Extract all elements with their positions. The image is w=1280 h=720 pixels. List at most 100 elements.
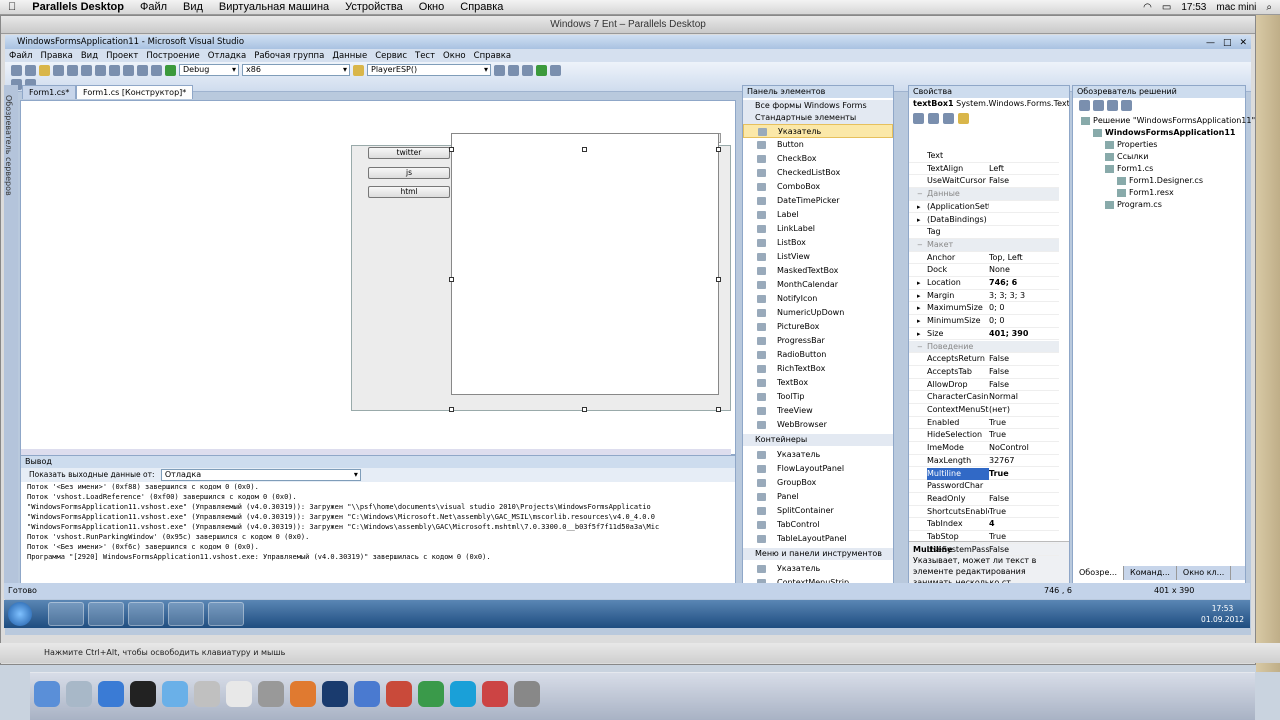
resize-handle[interactable] [449, 407, 454, 412]
mac-menu-file[interactable]: Файл [132, 1, 175, 13]
property-row[interactable]: ▸ MinimumSize 0; 0 [909, 315, 1059, 328]
property-row[interactable]: TabStop True [909, 531, 1059, 544]
property-row[interactable]: TabIndex 4 [909, 518, 1059, 531]
toolbox-item[interactable]: Указатель [743, 562, 893, 576]
save-icon[interactable] [53, 64, 64, 76]
menu-project[interactable]: Проект [102, 51, 142, 61]
view-code-icon[interactable] [1121, 100, 1132, 111]
parallels-icon[interactable] [482, 681, 508, 707]
photoshop-icon[interactable] [322, 681, 348, 707]
object-browser-icon[interactable] [522, 64, 533, 76]
server-explorer-strip[interactable]: Обозреватель серверов [4, 85, 18, 585]
toolbox-group-containers[interactable]: Контейнеры [743, 434, 893, 446]
menu-edit[interactable]: Правка [36, 51, 76, 61]
property-value[interactable]: True [989, 468, 1009, 480]
wifi-icon[interactable]: ◠ [1143, 2, 1152, 13]
toolbox-item[interactable]: GroupBox [743, 476, 893, 490]
toolbox-group-standard[interactable]: Стандартные элементы управления [743, 112, 893, 134]
toolbox-item[interactable]: Указатель [743, 124, 893, 138]
toolbox-item[interactable]: WebBrowser [743, 418, 893, 432]
property-row[interactable]: UseWaitCursor False [909, 175, 1059, 189]
resize-handle[interactable] [449, 277, 454, 282]
navigate-back-icon[interactable] [151, 64, 162, 76]
property-value[interactable]: Top, Left [989, 252, 1023, 264]
minimize-icon[interactable]: — [1206, 36, 1215, 50]
word-icon[interactable] [354, 681, 380, 707]
menu-window[interactable]: Окно [439, 51, 470, 61]
property-category[interactable]: − Поведение [909, 340, 1059, 354]
solution-explorer-icon[interactable] [494, 64, 505, 76]
config-combo[interactable]: Debug [179, 64, 239, 76]
start-debug-icon[interactable] [165, 64, 176, 76]
property-row[interactable]: UseSystemPasswFalse [909, 544, 1059, 557]
excel-icon[interactable] [418, 681, 444, 707]
property-row[interactable]: AllowDrop False [909, 379, 1059, 392]
ie-icon[interactable] [48, 602, 84, 626]
undo-icon[interactable] [123, 64, 134, 76]
toolbox-item[interactable]: MaskedTextBox [743, 264, 893, 278]
redo-icon[interactable] [137, 64, 148, 76]
toolbox-group-menus[interactable]: Меню и панели инструментов [743, 548, 893, 560]
platform-combo[interactable]: x86 [242, 64, 350, 76]
property-row[interactable]: Anchor Top, Left [909, 252, 1059, 265]
show-all-files-icon[interactable] [1093, 100, 1104, 111]
property-value[interactable]: 0; 0 [989, 302, 1004, 314]
expand-icon[interactable]: ▸ [917, 328, 921, 340]
spotlight-icon[interactable]: ⌕ [1266, 2, 1272, 13]
expand-icon[interactable]: ▸ [917, 315, 921, 327]
mac-user[interactable]: mac mini [1216, 2, 1256, 13]
property-row[interactable]: AcceptsTab False [909, 366, 1059, 379]
property-row[interactable]: CharacterCasing Normal [909, 391, 1059, 404]
property-value[interactable]: True [989, 506, 1006, 518]
property-row[interactable]: ▸ Margin 3; 3; 3; 3 [909, 290, 1059, 303]
toolbox-item[interactable]: TreeView [743, 404, 893, 418]
form-button-twitter[interactable]: twitter [368, 147, 450, 159]
property-value[interactable]: 401; 390 [989, 328, 1028, 340]
property-row[interactable]: Multiline True [909, 467, 1059, 481]
mac-app-menu[interactable]: Parallels Desktop [24, 1, 132, 13]
toolbox-item[interactable]: ListBox [743, 236, 893, 250]
property-row[interactable]: ShortcutsEnablecTrue [909, 506, 1059, 519]
property-value[interactable]: NoControl [989, 442, 1029, 454]
battery-icon[interactable]: ▭ [1162, 2, 1171, 13]
property-row[interactable]: Tag [909, 226, 1059, 239]
resize-handle[interactable] [582, 147, 587, 152]
events-icon[interactable] [958, 113, 969, 124]
expand-icon[interactable]: ▸ [917, 302, 921, 314]
toolbox-item[interactable]: PictureBox [743, 320, 893, 334]
mac-menu-help[interactable]: Справка [452, 1, 511, 13]
property-value[interactable]: None [989, 264, 1010, 276]
property-row[interactable]: AcceptsReturn False [909, 353, 1059, 366]
toolbox-item[interactable]: ListView [743, 250, 893, 264]
resize-handle[interactable] [449, 147, 454, 152]
menu-help[interactable]: Справка [470, 51, 515, 61]
expand-icon[interactable]: ▸ [917, 277, 921, 289]
paste-icon[interactable] [109, 64, 120, 76]
property-value[interactable]: False [989, 379, 1009, 391]
property-value[interactable]: False [989, 175, 1009, 187]
toolbox-item[interactable]: CheckBox [743, 152, 893, 166]
windows-start-icon[interactable] [8, 602, 32, 626]
property-row[interactable]: ▸ (DataBindings) [909, 214, 1059, 227]
solution-tree-item[interactable]: Properties [1105, 140, 1157, 149]
output-text[interactable]: Поток '<Без имени>' (0xf88) завершился с… [27, 482, 727, 562]
refresh-icon[interactable] [1107, 100, 1118, 111]
property-value[interactable]: True [989, 531, 1006, 543]
property-value[interactable]: 32767 [989, 455, 1014, 467]
mac-clock[interactable]: 17:53 [1181, 2, 1206, 13]
property-value[interactable]: Left [989, 163, 1004, 175]
property-value[interactable]: Normal [989, 391, 1018, 403]
toolbox-item[interactable]: Label [743, 208, 893, 222]
explorer-icon[interactable] [88, 602, 124, 626]
property-row[interactable]: HideSelection True [909, 429, 1059, 443]
terminal-icon[interactable] [130, 681, 156, 707]
resize-handle[interactable] [716, 147, 721, 152]
toolbox-item[interactable]: RadioButton [743, 348, 893, 362]
property-row[interactable]: ▸ Location 746; 6 [909, 277, 1059, 290]
expand-icon[interactable]: ▸ [917, 201, 921, 213]
toolbox-item[interactable]: Panel [743, 490, 893, 504]
mac-menu-window[interactable]: Окно [411, 1, 453, 13]
menu-build[interactable]: Построение [142, 51, 203, 61]
toolbox-item[interactable]: FlowLayoutPanel [743, 462, 893, 476]
start-page-icon[interactable] [550, 64, 561, 76]
